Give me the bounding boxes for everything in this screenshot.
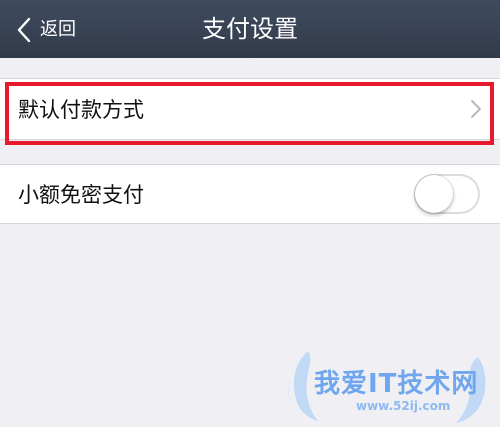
chevron-left-icon [17, 17, 31, 43]
default-payment-label: 默认付款方式 [18, 98, 144, 122]
wings-logo-icon [288, 351, 486, 423]
small-amount-no-password-toggle[interactable] [414, 174, 480, 214]
back-label: 返回 [40, 19, 76, 40]
small-amount-no-password-label: 小额免密支付 [18, 183, 144, 207]
small-amount-no-password-row: 小额免密支付 [0, 165, 500, 223]
watermark-url: www.52ij.com [356, 399, 451, 413]
watermark: 我爱IT技术网 www.52ij.com [264, 343, 494, 425]
nav-bar: 支付设置 返回 [0, 0, 500, 58]
settings-group-payment: 默认付款方式 [0, 78, 500, 140]
settings-group-password: 小额免密支付 [0, 164, 500, 224]
chevron-right-icon [471, 100, 481, 118]
watermark-text: 我爱IT技术网 [314, 369, 479, 399]
default-payment-row[interactable]: 默认付款方式 [0, 79, 500, 139]
back-button[interactable]: 返回 [14, 15, 76, 45]
toggle-knob [415, 175, 453, 213]
